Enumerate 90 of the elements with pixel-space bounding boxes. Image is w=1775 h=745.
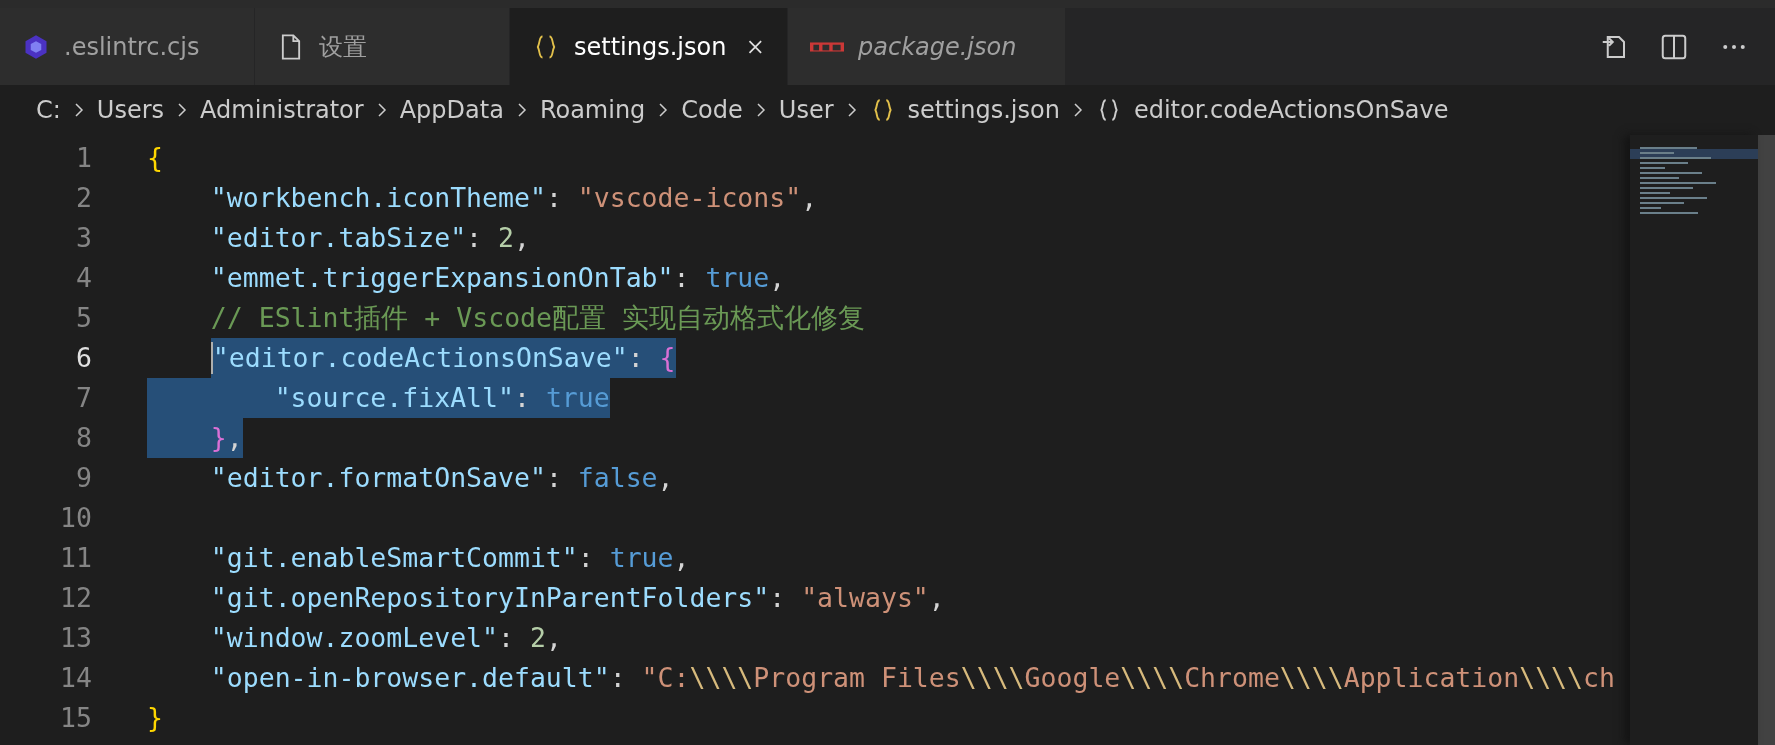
chevron-icon	[845, 101, 858, 119]
code-token: "window.zoomLevel"	[210, 621, 498, 655]
code-token: :	[466, 221, 484, 255]
code-token: "editor.formatOnSave"	[210, 461, 546, 495]
code-token: "source.fixAll"	[274, 381, 514, 415]
text-cursor	[210, 342, 213, 374]
code-token: :	[673, 261, 691, 295]
code-token: Chrome	[1184, 661, 1280, 695]
code-token: ,	[769, 261, 786, 295]
chevron-icon	[375, 101, 388, 119]
code-token: true	[545, 381, 610, 415]
line-number: 3	[75, 221, 92, 255]
breadcrumb-item[interactable]: settings.json	[907, 96, 1060, 124]
chevron-icon	[176, 101, 189, 119]
editor-tab[interactable]: package.json	[788, 8, 1066, 85]
scrollbar[interactable]	[1758, 135, 1775, 745]
breadcrumb-item[interactable]: Code	[681, 96, 743, 124]
code-token: "git.openRepositoryInParentFolders"	[210, 581, 770, 615]
chevron-icon	[515, 101, 528, 119]
code-token: :	[609, 661, 627, 695]
code-token: ,	[514, 221, 530, 255]
chevron-icon	[72, 101, 85, 119]
code-token: {	[659, 341, 676, 375]
code-token: :	[513, 381, 531, 415]
code-token: \\\\	[1519, 661, 1583, 695]
code-token: \\\\	[1120, 661, 1185, 695]
code-token: :	[769, 581, 787, 615]
code-token: ,	[928, 581, 945, 615]
line-number: 4	[75, 261, 92, 295]
line-number: 13	[59, 621, 92, 655]
code-comment: // ESlint插件 + Vscode配置 实现自动格式化修复	[210, 301, 865, 335]
code-token: "git.enableSmartCommit"	[210, 541, 578, 575]
code-token: }	[210, 421, 227, 455]
code-token: ch	[1583, 661, 1615, 695]
code-token: "emmet.triggerExpansionOnTab"	[210, 261, 674, 295]
code-token: 2	[529, 621, 546, 655]
code-token: :	[498, 621, 515, 655]
code-token: "vscode-icons"	[577, 181, 802, 215]
line-number: 15	[59, 701, 92, 735]
code-token: 2	[498, 221, 514, 255]
code-token: \\\\	[689, 661, 754, 695]
code-token: "C:	[641, 661, 690, 695]
code-token: ,	[673, 541, 690, 575]
code-token: }	[147, 701, 163, 735]
line-number: 8	[75, 421, 92, 455]
line-number: 5	[75, 301, 92, 335]
breadcrumb-item[interactable]: AppData	[399, 96, 504, 124]
code-token: ,	[657, 461, 674, 495]
code-token: true	[609, 541, 674, 575]
chevron-icon	[657, 101, 670, 119]
line-number: 10	[59, 501, 92, 535]
breadcrumb-item[interactable]: Roaming	[539, 96, 646, 124]
code-token: Application	[1343, 661, 1520, 695]
chevron-icon	[1071, 101, 1084, 119]
code-token: {	[147, 141, 163, 175]
code-token: ,	[801, 181, 818, 215]
editor-tab[interactable]: 设置	[255, 8, 510, 85]
code-token: :	[545, 461, 563, 495]
code-token: "always"	[801, 581, 929, 615]
chevron-icon	[754, 101, 767, 119]
line-number: 7	[75, 381, 92, 415]
code-token: true	[705, 261, 770, 295]
breadcrumb-item[interactable]: C:	[36, 96, 61, 124]
line-number: 12	[59, 581, 92, 615]
editor-tab[interactable]: .eslintrc.cjs	[0, 8, 255, 85]
code-token: :	[577, 541, 595, 575]
code-token: "editor.codeActionsOnSave"	[212, 341, 628, 375]
code-token: false	[577, 461, 658, 495]
code-token: Program Files	[753, 661, 961, 695]
code-token: "editor.tabSize"	[210, 221, 467, 255]
code-token: \\\\	[960, 661, 1025, 695]
code-token: "workbench.iconTheme"	[210, 181, 546, 215]
editor-tab[interactable]: settings.json	[510, 8, 788, 85]
line-number: 6	[75, 341, 92, 375]
code-token: ,	[545, 621, 562, 655]
code-token: "open-in-browser.default"	[210, 661, 610, 695]
breadcrumb-item[interactable]: editor.codeActionsOnSave	[1133, 96, 1449, 124]
line-number: 11	[59, 541, 92, 575]
code-token: ,	[226, 421, 243, 455]
code-token: :	[627, 341, 645, 375]
line-number: 2	[75, 181, 92, 215]
code-token: Google	[1024, 661, 1121, 695]
line-number: 9	[75, 461, 92, 495]
code-token: :	[545, 181, 563, 215]
code-token: \\\\	[1279, 661, 1344, 695]
breadcrumb-item[interactable]: User	[778, 96, 834, 124]
breadcrumb-item[interactable]: Users	[96, 96, 165, 124]
breadcrumb-item[interactable]: Administrator	[200, 96, 364, 124]
line-number: 1	[75, 141, 92, 175]
line-number: 14	[59, 661, 92, 695]
